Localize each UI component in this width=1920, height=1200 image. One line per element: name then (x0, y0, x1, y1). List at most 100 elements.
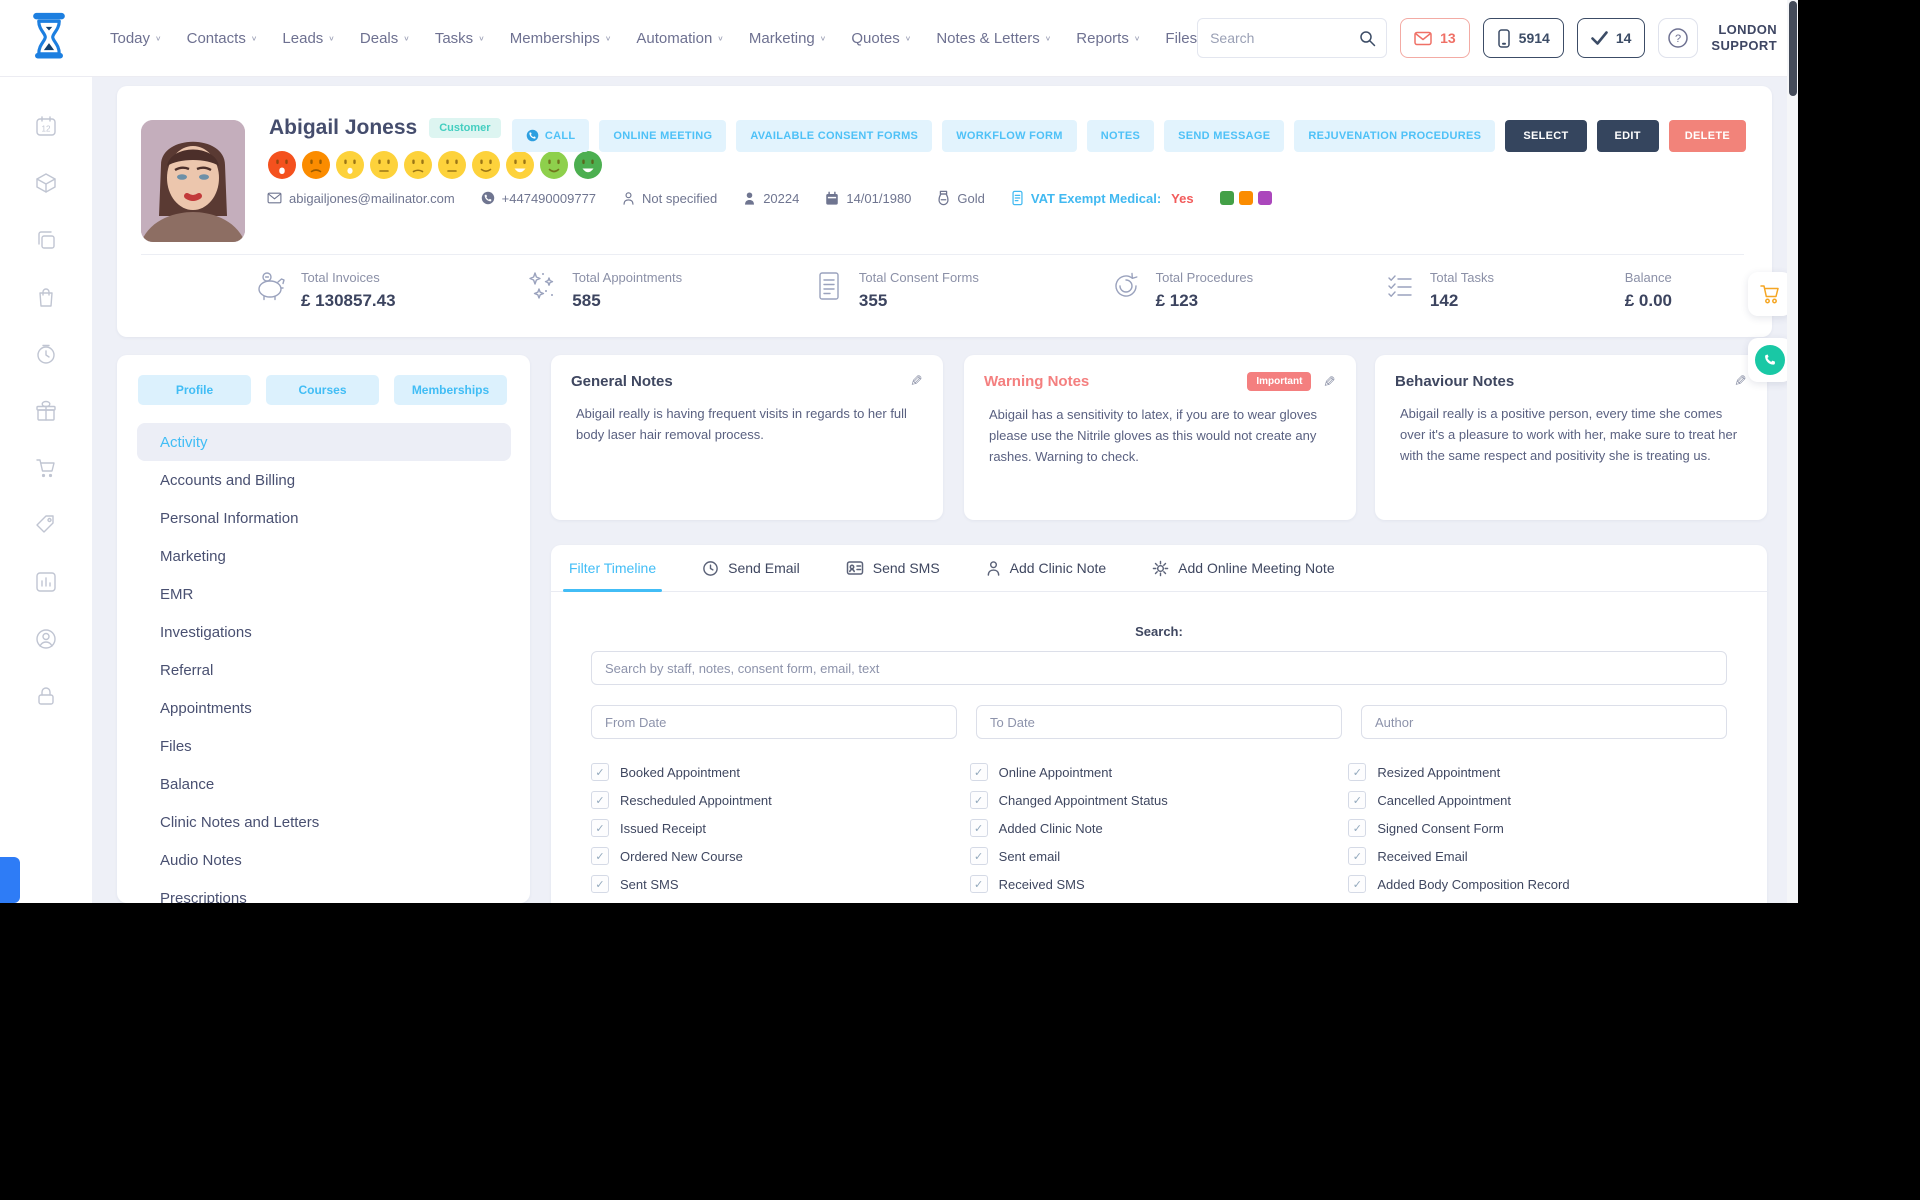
checkbox-checked-icon[interactable]: ✓ (969, 763, 988, 781)
available-consent-forms-button[interactable]: AVAILABLE CONSENT FORMS (736, 119, 933, 152)
menu-contacts[interactable]: Contacts ∨ (187, 30, 258, 47)
panel-item-marketing[interactable]: Marketing (137, 537, 511, 575)
filter-added-clinic-note[interactable]: ✓ Added Clinic Note (969, 819, 1349, 837)
panel-item-emr[interactable]: EMR (137, 575, 511, 613)
mood-emoji-2[interactable] (301, 150, 331, 180)
tab-add-online-meeting-note[interactable]: Add Online Meeting Note (1152, 545, 1335, 591)
panel-item-appointments[interactable]: Appointments (137, 689, 511, 727)
checkbox-checked-icon[interactable]: ✓ (591, 819, 609, 837)
vertical-scrollbar[interactable] (1787, 0, 1798, 903)
call-button[interactable]: CALL (511, 119, 590, 152)
filter-received-sms[interactable]: ✓ Received SMS (969, 875, 1349, 893)
panel-item-audio-notes[interactable]: Audio Notes (137, 841, 511, 879)
tab-profile[interactable]: Profile (138, 375, 251, 405)
stat-total-invoices[interactable]: Total Invoices £ 130857.43 (255, 270, 396, 311)
stat-total-tasks[interactable]: Total Tasks 142 (1384, 270, 1494, 311)
scrollbar-thumb[interactable] (1789, 1, 1797, 96)
help-button[interactable]: ? (1658, 18, 1699, 58)
mood-emoji-1[interactable] (267, 150, 297, 180)
timeline-search-input[interactable] (591, 651, 1727, 685)
send-message-button[interactable]: SEND MESSAGE (1164, 119, 1285, 152)
stat-total-consent-forms[interactable]: Total Consent Forms 355 (813, 270, 979, 311)
mood-emoji-9[interactable] (539, 150, 569, 180)
checkbox-checked-icon[interactable]: ✓ (1348, 875, 1367, 893)
edit-pencil-icon[interactable]: ✎ (1323, 373, 1336, 391)
panel-item-clinic-notes-letters[interactable]: Clinic Notes and Letters (137, 803, 511, 841)
search-icon[interactable] (1359, 30, 1376, 47)
tab-filter-timeline[interactable]: Filter Timeline (562, 545, 663, 592)
floating-cart-button[interactable] (1748, 272, 1792, 316)
select-button[interactable]: SELECT (1505, 119, 1587, 152)
checkbox-checked-icon[interactable]: ✓ (969, 875, 988, 893)
author-input[interactable] (1361, 705, 1727, 739)
rail-account-icon[interactable] (34, 627, 58, 651)
panel-item-investigations[interactable]: Investigations (137, 613, 511, 651)
checkbox-checked-icon[interactable]: ✓ (969, 791, 988, 809)
checkbox-checked-icon[interactable]: ✓ (969, 847, 988, 865)
from-date-input[interactable] (591, 705, 957, 739)
menu-leads[interactable]: Leads ∨ (282, 30, 334, 47)
menu-marketing[interactable]: Marketing ∨ (749, 30, 826, 47)
menu-tasks[interactable]: Tasks ∨ (435, 30, 485, 47)
mood-emoji-6[interactable] (437, 150, 467, 180)
edit-button[interactable]: EDIT (1596, 119, 1659, 152)
menu-quotes[interactable]: Quotes ∨ (851, 30, 911, 47)
checkbox-checked-icon[interactable]: ✓ (591, 763, 609, 781)
filter-issued-receipt[interactable]: ✓ Issued Receipt (591, 819, 970, 837)
tab-add-clinic-note[interactable]: Add Clinic Note (986, 545, 1106, 591)
mood-emoji-3[interactable] (335, 150, 365, 180)
checkbox-checked-icon[interactable]: ✓ (591, 847, 609, 865)
rejuvenation-procedures-button[interactable]: REJUVENATION PROCEDURES (1294, 119, 1496, 152)
rail-calendar-icon[interactable]: 12 (34, 114, 58, 138)
edit-pencil-icon[interactable]: ✎ (1734, 372, 1747, 390)
app-logo-hourglass-icon[interactable] (26, 11, 72, 65)
filter-signed-consent-form[interactable]: ✓ Signed Consent Form (1348, 819, 1727, 837)
stat-total-appointments[interactable]: Total Appointments 585 (526, 270, 682, 311)
mood-emoji-10[interactable] (573, 150, 603, 180)
filter-cancelled-appointment[interactable]: ✓ Cancelled Appointment (1348, 791, 1727, 809)
checkbox-checked-icon[interactable]: ✓ (1348, 847, 1367, 865)
panel-item-balance[interactable]: Balance (137, 765, 511, 803)
to-date-input[interactable] (976, 705, 1342, 739)
panel-item-accounts-billing[interactable]: Accounts and Billing (137, 461, 511, 499)
client-email[interactable]: abigailjones@mailinator.com (267, 191, 455, 206)
stat-total-procedures[interactable]: Total Procedures £ 123 (1110, 270, 1253, 311)
menu-deals[interactable]: Deals ∨ (360, 30, 410, 47)
rail-tag-icon[interactable] (34, 513, 58, 537)
checkbox-checked-icon[interactable]: ✓ (1348, 791, 1367, 809)
tab-courses[interactable]: Courses (266, 375, 379, 405)
tab-send-email[interactable]: Send Email (702, 545, 800, 591)
menu-notes-letters[interactable]: Notes & Letters ∨ (936, 30, 1051, 47)
mood-emoji-8[interactable] (505, 150, 535, 180)
mood-emoji-4[interactable] (369, 150, 399, 180)
rail-package-icon[interactable] (34, 171, 58, 195)
filter-ordered-new-course[interactable]: ✓ Ordered New Course (591, 847, 970, 865)
checkbox-checked-icon[interactable]: ✓ (1348, 763, 1367, 781)
panel-item-referral[interactable]: Referral (137, 651, 511, 689)
sms-credits-button[interactable]: 5914 (1482, 18, 1564, 58)
panel-item-prescriptions[interactable]: Prescriptions (137, 879, 511, 904)
online-meeting-button[interactable]: ONLINE MEETING (599, 119, 727, 152)
tab-send-sms[interactable]: Send SMS (846, 545, 940, 591)
workflow-form-button[interactable]: WORKFLOW FORM (942, 119, 1077, 152)
rail-gift-icon[interactable] (34, 399, 58, 423)
menu-reports[interactable]: Reports ∨ (1076, 30, 1140, 47)
menu-automation[interactable]: Automation ∨ (636, 30, 723, 47)
rail-lock-icon[interactable] (34, 684, 58, 708)
filter-changed-appointment-status[interactable]: ✓ Changed Appointment Status (969, 791, 1349, 809)
menu-memberships[interactable]: Memberships ∨ (510, 30, 612, 47)
tasks-button[interactable]: 14 (1576, 18, 1646, 58)
search-input[interactable] (1208, 29, 1333, 47)
tab-memberships[interactable]: Memberships (394, 375, 507, 405)
delete-button[interactable]: DELETE (1668, 119, 1746, 152)
filter-sent-sms[interactable]: ✓ Sent SMS (591, 875, 970, 893)
rail-cart-icon[interactable] (34, 456, 58, 480)
email-notifications-button[interactable]: 13 (1400, 18, 1470, 58)
filter-resized-appointment[interactable]: ✓ Resized Appointment (1348, 763, 1727, 781)
notes-button[interactable]: NOTES (1086, 119, 1155, 152)
stat-balance[interactable]: Balance £ 0.00 (1625, 270, 1672, 311)
checkbox-checked-icon[interactable]: ✓ (969, 819, 988, 837)
checkbox-checked-icon[interactable]: ✓ (591, 875, 609, 893)
filter-sent-email[interactable]: ✓ Sent email (969, 847, 1349, 865)
filter-received-email[interactable]: ✓ Received Email (1348, 847, 1727, 865)
